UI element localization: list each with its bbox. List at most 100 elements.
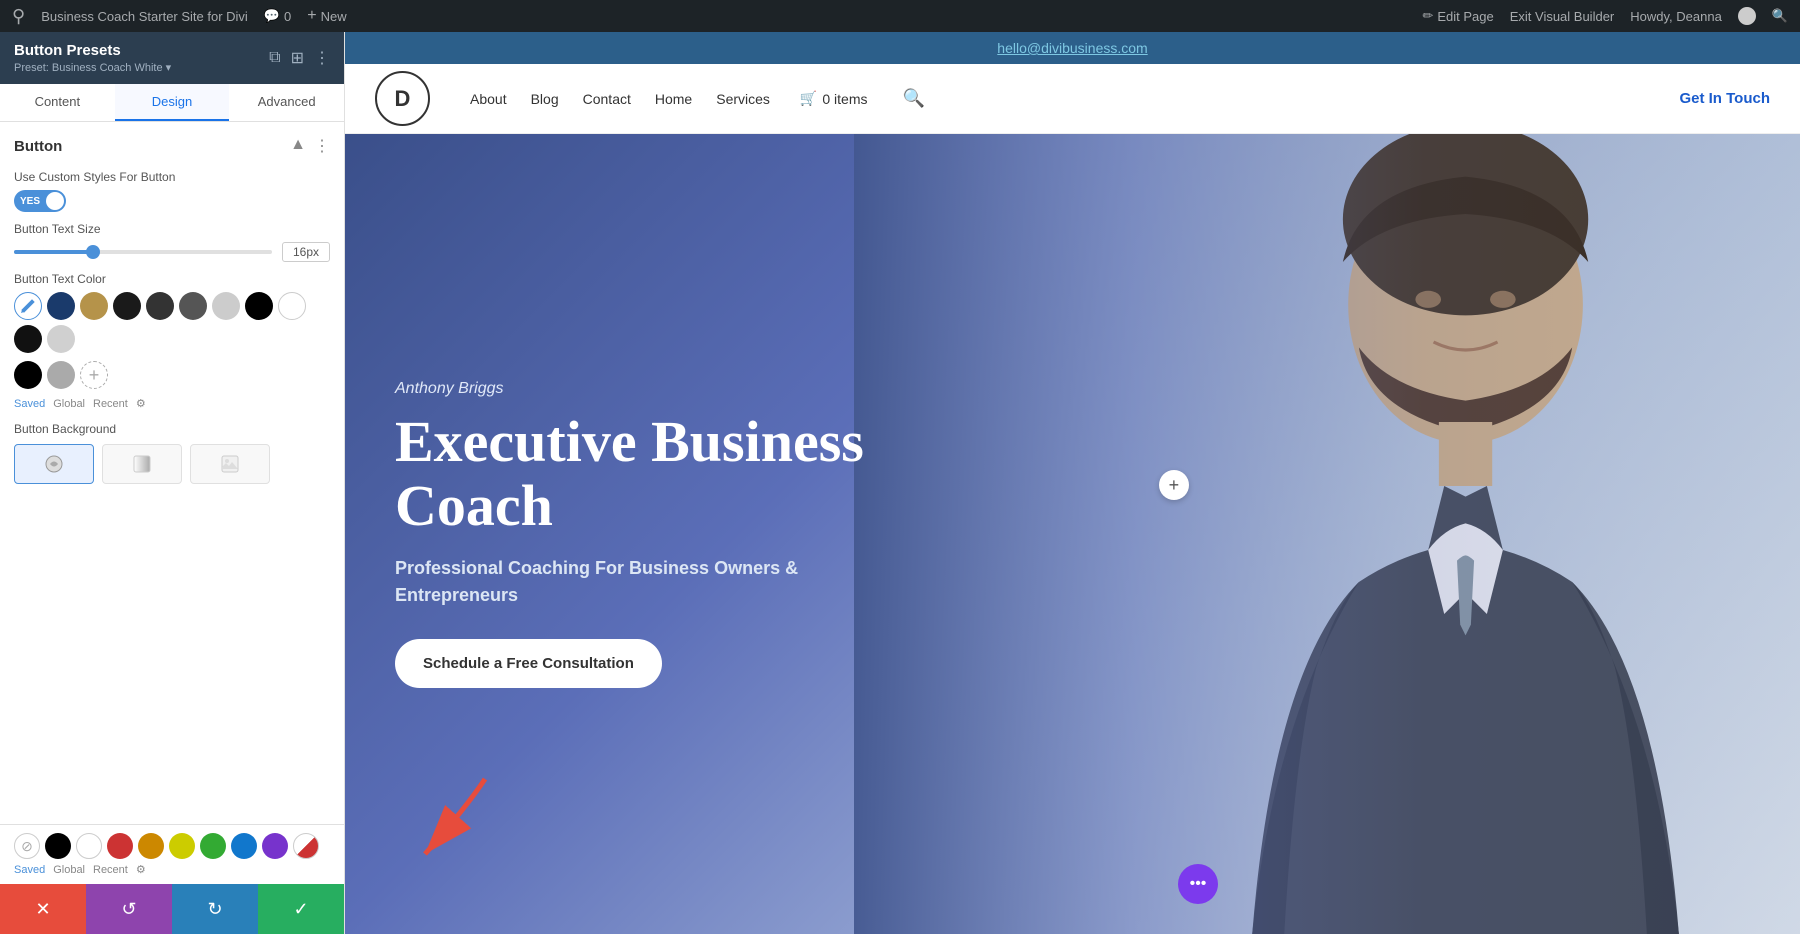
bottom-color-settings-icon[interactable]: ⚙ [136,863,146,876]
section-options-button[interactable]: ••• [1178,864,1218,904]
nav-cart[interactable]: 🛒 0 items [800,90,868,107]
bottom-swatch-black[interactable] [45,833,71,859]
button-section-header: Button ▲ ⋮ [14,136,330,156]
close-button[interactable]: ✕ [0,884,86,934]
panel-content: Button ▲ ⋮ Use Custom Styles For Button … [0,122,344,824]
bg-color-option[interactable] [14,444,94,484]
redo-icon: ↻ [207,899,222,920]
bottom-swatch-diagonal[interactable] [293,833,319,859]
color-swatch-gold[interactable] [80,292,108,320]
howdy-label: Howdy, Deanna [1630,9,1722,24]
bg-gradient-option[interactable] [102,444,182,484]
site-nav: D About Blog Contact Home Services 🛒 0 i… [345,64,1800,134]
bottom-swatch-green[interactable] [200,833,226,859]
color-swatch-light[interactable] [212,292,240,320]
search-icon[interactable]: 🔍 [1772,8,1788,24]
admin-bar-right: ✏ Edit Page Exit Visual Builder Howdy, D… [1422,7,1788,25]
tab-advanced[interactable]: Advanced [229,84,344,121]
email-link[interactable]: hello@divibusiness.com [997,40,1147,56]
color-swatch-dark1[interactable] [113,292,141,320]
bottom-global-label[interactable]: Global [53,864,85,876]
site-logo[interactable]: D [375,71,430,126]
tab-design[interactable]: Design [115,84,230,121]
color-swatch-pencil[interactable] [14,292,42,320]
bottom-swatch-blue[interactable] [231,833,257,859]
bottom-swatch-purple[interactable] [262,833,288,859]
bottom-label-row: Saved Global Recent ⚙ [14,863,330,876]
text-size-label: Button Text Size [14,222,330,236]
swatches-label-row: Saved Global Recent ⚙ [14,397,330,410]
collapse-icon[interactable]: ▲ [290,136,306,156]
add-color-button[interactable]: + [80,361,108,389]
color-swatch-navy[interactable] [47,292,75,320]
text-color-swatches-row2: + [14,361,330,389]
bottom-saved-label[interactable]: Saved [14,864,45,876]
bottom-swatch-orange[interactable] [138,833,164,859]
undo-icon: ↺ [121,899,136,920]
color-swatch-gray[interactable] [47,325,75,353]
color-swatch-white[interactable] [278,292,306,320]
text-size-slider-row: 16px [14,242,330,262]
edit-page-link[interactable]: ✏ Edit Page [1422,8,1493,24]
slider-thumb[interactable] [86,245,100,259]
wp-admin-bar: ⚲ Business Coach Starter Site for Divi 💬… [0,0,1800,32]
bottom-swatch-transparent[interactable]: ⊘ [14,833,40,859]
new-button[interactable]: + New [307,7,346,25]
bottom-swatch-red[interactable] [107,833,133,859]
custom-styles-toggle[interactable]: YES [14,190,66,212]
exit-visual-builder-link[interactable]: Exit Visual Builder [1510,9,1615,24]
text-size-slider-track[interactable] [14,250,272,254]
copy-icon[interactable]: ⧉ [269,49,280,67]
bg-image-option[interactable] [190,444,270,484]
color-swatch-black2[interactable] [14,325,42,353]
wp-logo-icon[interactable]: ⚲ [12,6,25,27]
tab-content[interactable]: Content [0,84,115,121]
bottom-swatch-white[interactable] [76,833,102,859]
search-icon[interactable]: 🔍 [902,88,924,109]
color-swatch-dark2[interactable] [146,292,174,320]
nav-cta[interactable]: Get In Touch [1679,90,1770,107]
text-color-swatches [14,292,330,353]
color-settings-icon[interactable]: ⚙ [136,397,146,410]
site-preview: hello@divibusiness.com D About Blog Cont… [345,32,1800,934]
bottom-recent-label[interactable]: Recent [93,864,128,876]
nav-blog[interactable]: Blog [531,91,559,107]
pencil-icon: ✏ [1422,8,1433,24]
saved-label[interactable]: Saved [14,398,45,410]
panel-header: Button Presets Preset: Business Coach Wh… [0,32,344,84]
email-bar: hello@divibusiness.com [345,32,1800,64]
global-label[interactable]: Global [53,398,85,410]
color-swatch-black3[interactable] [14,361,42,389]
bottom-swatch-yellow[interactable] [169,833,195,859]
undo-button[interactable]: ↺ [86,884,172,934]
cart-items: 0 items [822,91,867,107]
main-layout: Button Presets Preset: Business Coach Wh… [0,32,1800,934]
redo-button[interactable]: ↻ [172,884,258,934]
panel-tabs: Content Design Advanced [0,84,344,122]
section-icons: ▲ ⋮ [290,136,330,156]
nav-contact[interactable]: Contact [583,91,631,107]
custom-styles-label: Use Custom Styles For Button [14,170,330,184]
more-options-icon[interactable]: ⋮ [314,48,330,68]
recent-label[interactable]: Recent [93,398,128,410]
action-bar: ✕ ↺ ↻ ✓ [0,884,344,934]
comments-link[interactable]: 💬 0 [264,8,291,24]
columns-icon[interactable]: ⊞ [291,48,304,68]
color-swatch-dark3[interactable] [179,292,207,320]
nav-services[interactable]: Services [716,91,770,107]
save-button[interactable]: ✓ [258,884,344,934]
color-swatch-mid-gray[interactable] [47,361,75,389]
comment-bubble-icon: 💬 [264,8,280,24]
toggle-yes-label: YES [14,196,40,207]
section-more-icon[interactable]: ⋮ [314,136,330,156]
nav-home[interactable]: Home [655,91,692,107]
color-swatch-black1[interactable] [245,292,273,320]
hero-description: Professional Coaching For Business Owner… [395,555,1023,609]
text-color-label: Button Text Color [14,272,330,286]
nav-about[interactable]: About [470,91,507,107]
hero-cta-button[interactable]: Schedule a Free Consultation [395,639,662,688]
dropdown-arrow-icon[interactable]: ▾ [166,62,172,74]
site-name[interactable]: Business Coach Starter Site for Divi [41,9,248,24]
text-size-value[interactable]: 16px [282,242,330,262]
add-module-button[interactable]: + [1159,470,1189,500]
